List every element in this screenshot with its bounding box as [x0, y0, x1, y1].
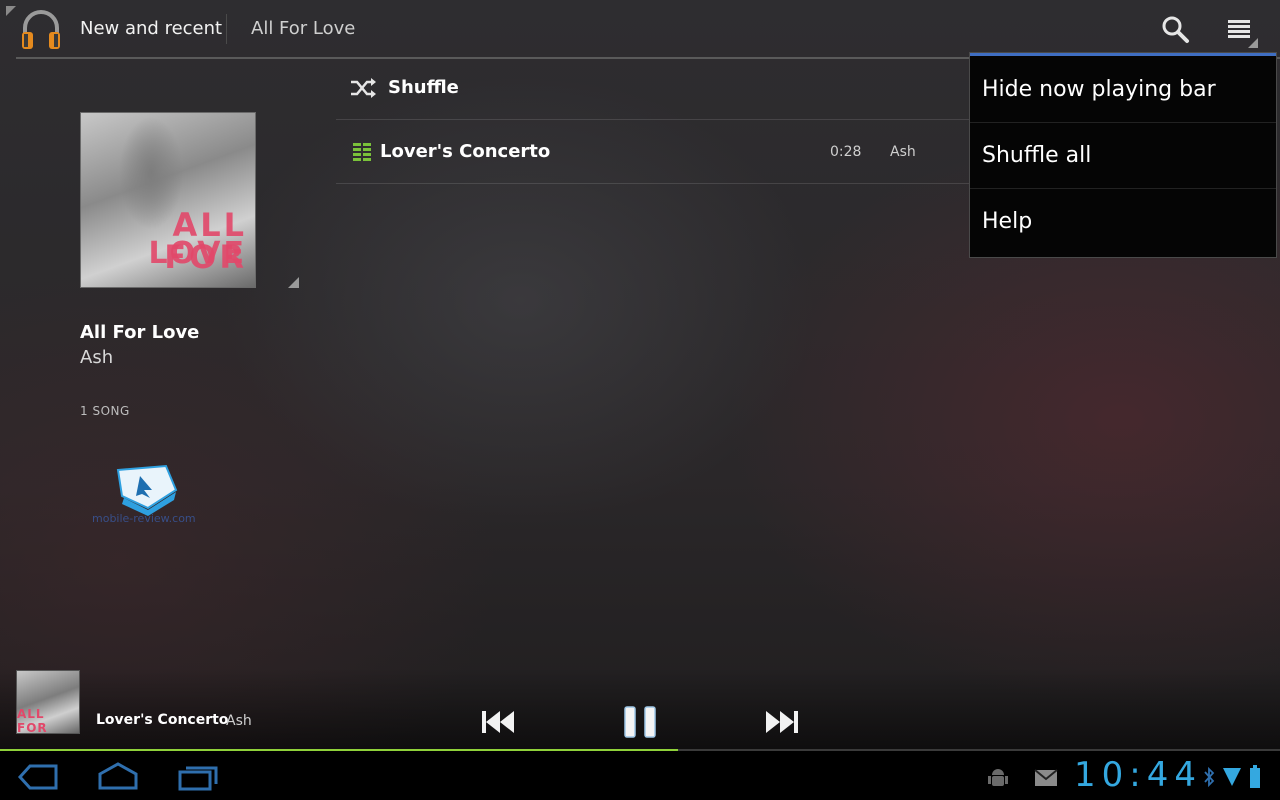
app-corner-indicator [6, 6, 16, 16]
album-art-text-line2: LOVE [148, 236, 247, 271]
shuffle-icon [351, 78, 376, 98]
album-art[interactable]: ALL FOR LOVE [80, 112, 256, 288]
track-title: Lover's Concerto [380, 141, 551, 162]
mail-icon [1034, 769, 1058, 786]
equalizer-icon [353, 143, 371, 161]
headphones-logo-icon[interactable] [18, 6, 64, 52]
previous-icon[interactable] [476, 702, 520, 742]
pause-icon[interactable] [618, 702, 662, 742]
status-clock: 10:44 [1074, 755, 1202, 795]
menu-accent-bar [970, 53, 1276, 56]
overflow-menu-icon[interactable] [1222, 12, 1258, 48]
now-playing-art-text: ALL FOR LOVE [17, 707, 48, 734]
shuffle-row[interactable]: Shuffle [336, 60, 976, 118]
tab-album[interactable]: All For Love [251, 18, 355, 40]
home-icon[interactable] [96, 760, 140, 792]
bluetooth-icon [1204, 766, 1215, 788]
track-artist: Ash [890, 144, 916, 160]
list-divider [336, 183, 976, 184]
now-playing-title[interactable]: Lover's Concerto [96, 712, 228, 728]
menu-item-shuffle-all[interactable]: Shuffle all [970, 123, 1276, 189]
overflow-menu: Hide now playing bar Shuffle all Help [969, 52, 1277, 258]
song-count: 1 SONG [80, 404, 130, 418]
album-title: All For Love [80, 322, 200, 343]
recent-apps-icon[interactable] [176, 762, 220, 792]
usb-debug-icon [988, 769, 1008, 786]
tab-new-and-recent[interactable]: New and recent [80, 18, 222, 40]
track-duration: 0:28 [830, 144, 862, 160]
next-icon[interactable] [760, 702, 804, 742]
back-icon[interactable] [16, 762, 60, 792]
now-playing-artist[interactable]: Ash [226, 713, 252, 729]
album-art-menu-indicator[interactable] [288, 277, 299, 288]
breadcrumb-divider [226, 14, 227, 44]
track-row[interactable]: Lover's Concerto 0:28 Ash [336, 120, 976, 183]
battery-icon [1250, 765, 1260, 788]
menu-item-help[interactable]: Help [970, 189, 1276, 255]
watermark-text: mobile-review.com [92, 512, 196, 525]
album-artist[interactable]: Ash [80, 347, 113, 368]
signal-icon [1223, 768, 1241, 786]
menu-item-hide-now-playing-bar[interactable]: Hide now playing bar [970, 57, 1276, 123]
now-playing-album-art[interactable]: ALL FOR LOVE [16, 670, 80, 734]
search-icon[interactable] [1158, 12, 1192, 46]
shuffle-label: Shuffle [388, 77, 459, 98]
